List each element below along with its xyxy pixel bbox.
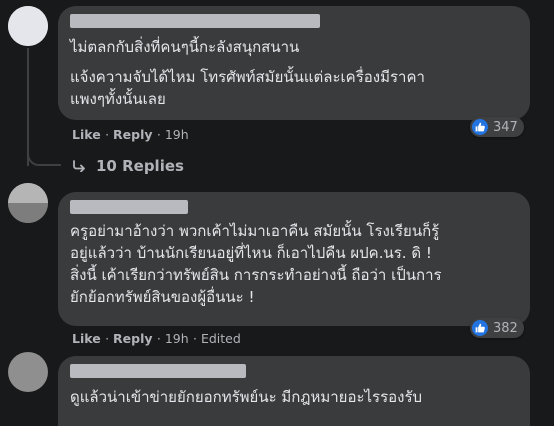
replies-count-label: 10 Replies — [96, 157, 184, 175]
separator: · — [105, 127, 114, 142]
comment-text-line: ดูแล้วน่าเข้าข่ายยักยอกทรัพย์นะ มีกฎหมาย… — [70, 388, 423, 406]
reaction-summary[interactable]: 382 — [470, 318, 524, 338]
separator: · — [156, 127, 165, 142]
edited-label: Edited — [200, 331, 241, 346]
avatar[interactable] — [8, 183, 48, 223]
reaction-summary[interactable]: 347 — [470, 117, 524, 137]
comment-text-line: ยักย้อกทรัพย์สินของผู้อื่นนะ ! — [70, 288, 255, 306]
reaction-count: 382 — [493, 320, 518, 336]
separator: · — [105, 331, 114, 346]
like-link[interactable]: Like — [72, 127, 101, 142]
separator: · — [193, 331, 201, 346]
comment-text-line: สิ่งนี้ เค้าเรียกว่าทรัพย์สิน การกระทำอย… — [70, 266, 442, 284]
comment-text-line: แพงๆทั้งนั้นเลย — [70, 90, 166, 108]
like-link[interactable]: Like — [72, 331, 101, 346]
separator: · — [156, 331, 165, 346]
thread-line-curve — [27, 150, 61, 166]
timestamp[interactable]: 19h — [165, 331, 189, 346]
reply-arrow-icon — [72, 160, 86, 172]
thumbs-up-icon — [472, 119, 488, 135]
comment-actions: Like · Reply · 19h · Edited — [72, 331, 241, 346]
reply-link[interactable]: Reply — [113, 331, 152, 346]
comment-text-line: อยู่แล้วว่า บ้านนักเรียนอยู่ที่ไหน ก็เอา… — [70, 244, 432, 262]
timestamp[interactable]: 19h — [165, 127, 189, 142]
redacted-author-name[interactable] — [70, 200, 188, 214]
reply-link[interactable]: Reply — [113, 127, 152, 142]
comment-text-line: ไม่ตลกกับสิ่งที่คนๆนี้กะลังสนุกสนาน — [70, 38, 300, 56]
comment-bubble: ดูแล้วน่าเข้าข่ายยักยอกทรัพย์นะ มีกฎหมาย… — [58, 356, 530, 426]
thumbs-up-icon — [472, 320, 488, 336]
comment-bubble: ไม่ตลกกับสิ่งที่คนๆนี้กะลังสนุกสนาน แจ้ง… — [58, 6, 530, 120]
view-replies-link[interactable]: 10 Replies — [72, 157, 184, 175]
comment-actions: Like · Reply · 19h — [72, 127, 189, 142]
comment-text-line: แจ้งความจับได้ไหม โทรศัพท์สมัยนั้นแต่ละเ… — [70, 68, 425, 86]
redacted-author-name[interactable] — [70, 14, 320, 28]
comment-text-line: ครูอย่ามาอ้างว่า พวกเค้าไม่มาเอาคืน สมัย… — [70, 222, 440, 240]
reaction-count: 347 — [493, 119, 518, 135]
avatar[interactable] — [8, 352, 48, 392]
avatar[interactable] — [8, 6, 48, 46]
redacted-author-name[interactable] — [70, 364, 246, 378]
thread-line — [27, 48, 29, 166]
comment-bubble: ครูอย่ามาอ้างว่า พวกเค้าไม่มาเอาคืน สมัย… — [58, 192, 530, 326]
